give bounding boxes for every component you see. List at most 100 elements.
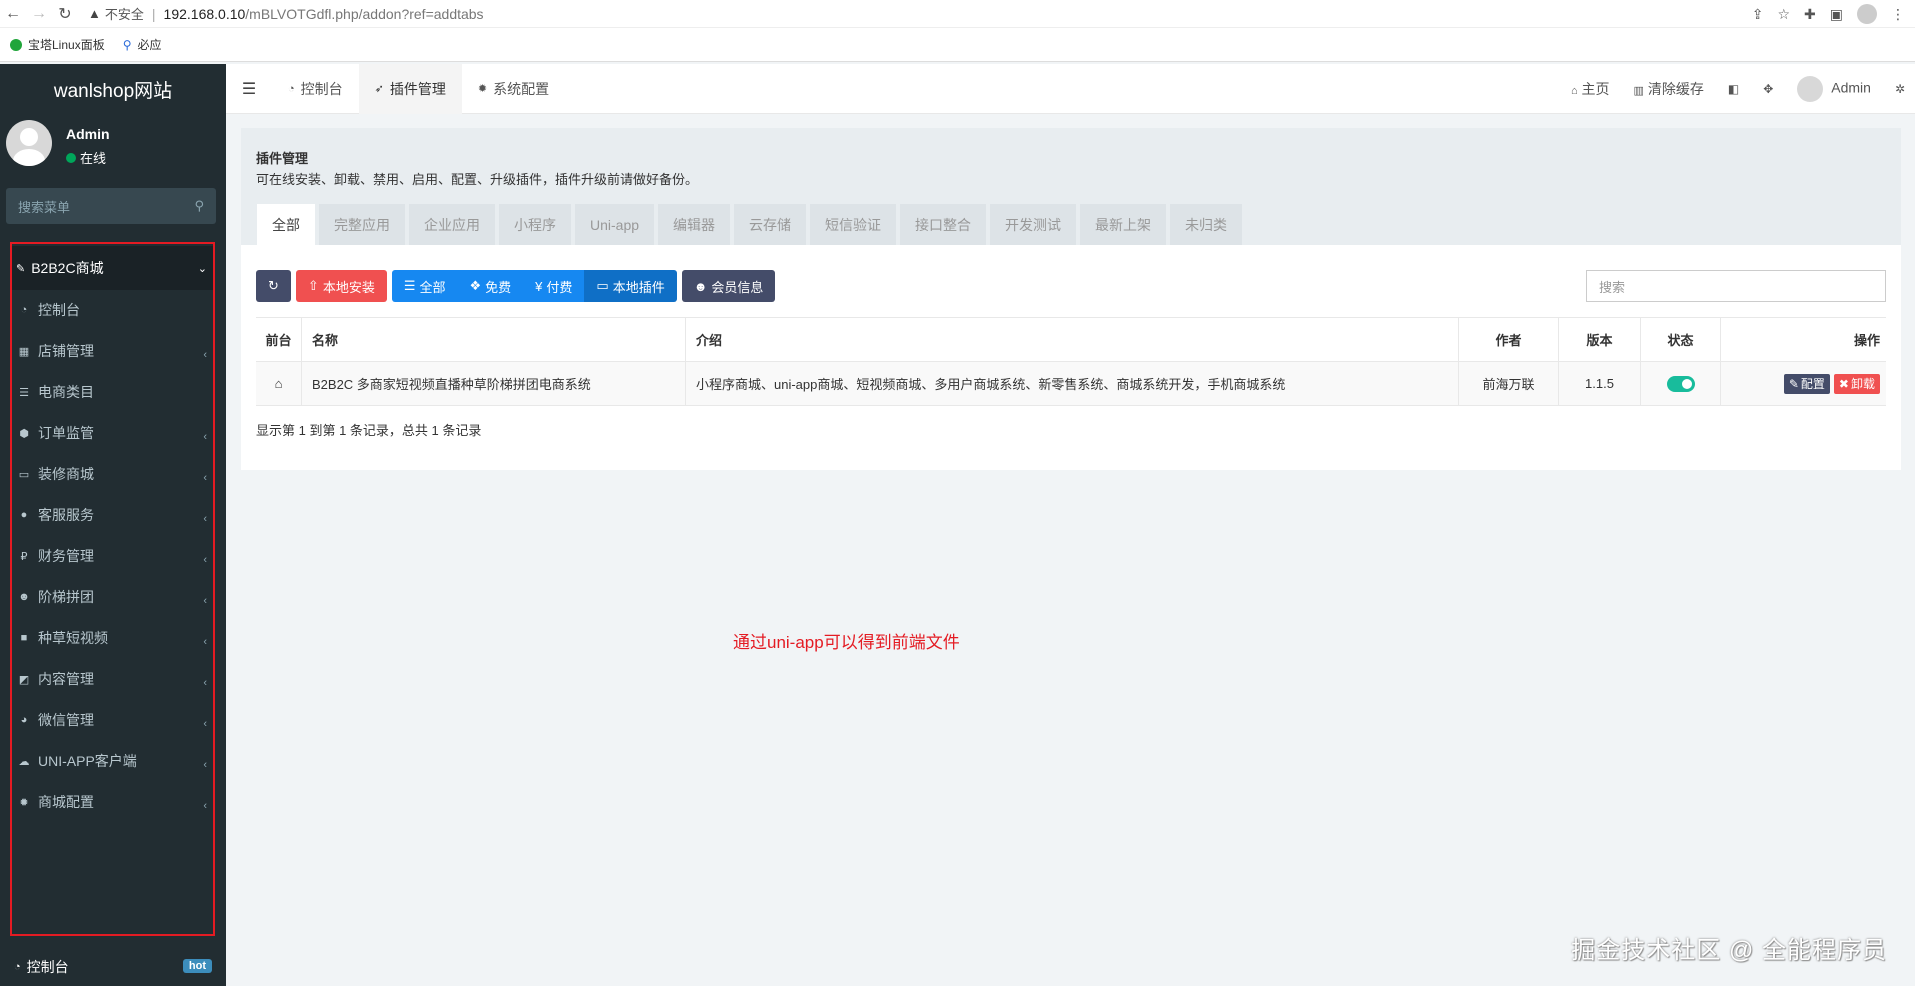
- bookmark-baota[interactable]: 宝塔Linux面板: [10, 36, 105, 53]
- share-icon[interactable]: ⇪: [1752, 6, 1764, 23]
- sidepanel-icon[interactable]: ▣: [1830, 6, 1843, 23]
- tab-dashboard[interactable]: ◔ 控制台: [272, 64, 359, 114]
- col-front[interactable]: 前台: [256, 330, 301, 349]
- back-button[interactable]: ←: [0, 1, 26, 27]
- col-author[interactable]: 作者: [1458, 318, 1558, 361]
- sidebar-item-label: 装修商城: [38, 466, 94, 482]
- sidebar-item-dashboard-main[interactable]: ◔ 控制台 hot: [0, 948, 226, 986]
- sidebar-item-settings[interactable]: ✹ 商城配置 ‹: [12, 782, 213, 822]
- tab-sms[interactable]: 短信验证: [810, 204, 897, 245]
- sidebar-item-orders[interactable]: ⬢ 订单监管 ‹: [12, 413, 213, 453]
- hot-badge: hot: [182, 959, 212, 973]
- ops-cell: ✎ 配置 ✖ 卸载: [1720, 362, 1886, 405]
- page-description: 可在线安装、卸载、禁用、启用、配置、升级插件，插件升级前请做好备份。: [256, 172, 699, 187]
- chevron-left-icon: ‹: [203, 554, 207, 566]
- category-tabs: 全部 完整应用 企业应用 小程序 Uni-app 编辑器 云存储 短信验证 接口…: [257, 204, 1243, 245]
- chevron-left-icon: ‹: [203, 718, 207, 730]
- sidebar-item-groupbuy[interactable]: ☻ 阶梯拼团 ‹: [12, 577, 213, 617]
- forward-button[interactable]: →: [26, 1, 52, 27]
- panel-header: 插件管理 可在线安装、卸载、禁用、启用、配置、升级插件，插件升级前请做好备份。 …: [241, 128, 1901, 245]
- sidebar-group-b2b2c[interactable]: ✎ B2B2C商城 ⌄: [12, 246, 213, 290]
- sidebar-item-categories[interactable]: ☰ 电商类目: [12, 372, 213, 412]
- avatar: [6, 120, 52, 166]
- page-title: 插件管理: [256, 151, 309, 166]
- bookmark-bing[interactable]: ⚲ 必应: [123, 36, 162, 53]
- sidebar-item-customer-service[interactable]: ● 客服服务 ‹: [12, 495, 213, 535]
- address-bar[interactable]: ▲ 不安全 | 192.168.0.10/mBLVOTGdfl.php/addo…: [88, 0, 484, 28]
- sidebar-item-dashboard[interactable]: ◔ 控制台: [12, 290, 213, 330]
- tab-system-config[interactable]: ✹ 系统配置: [462, 64, 565, 114]
- tab-enterprise-apps[interactable]: 企业应用: [409, 204, 495, 245]
- baota-icon: [10, 38, 22, 51]
- uninstall-button[interactable]: ✖ 卸载: [1833, 373, 1880, 394]
- col-intro[interactable]: 介绍: [685, 318, 1458, 361]
- filter-local-button[interactable]: ▭ 本地插件: [584, 270, 677, 302]
- home-icon: ⌂: [1571, 85, 1578, 97]
- reload-button[interactable]: ↻: [52, 1, 78, 27]
- chevron-down-icon: ⌄: [197, 262, 207, 275]
- sidebar-item-wechat[interactable]: ◕ 微信管理 ‹: [12, 700, 213, 740]
- sidebar-item-shops[interactable]: ▦ 店铺管理 ‹: [12, 331, 213, 371]
- fullscreen-icon[interactable]: ✥: [1763, 82, 1773, 96]
- user-status: 在线: [66, 148, 106, 167]
- sidebar-item-videos[interactable]: ■ 种草短视频 ‹: [12, 618, 213, 658]
- user-panel: Admin 在线: [0, 114, 226, 180]
- member-info-button[interactable]: ☻ 会员信息: [681, 270, 776, 302]
- sidebar-item-label: 店铺管理: [38, 343, 94, 359]
- comments-icon: ●: [20, 509, 28, 521]
- tab-mini-program[interactable]: 小程序: [499, 204, 571, 245]
- site-logo[interactable]: wanlshop网站: [0, 64, 226, 114]
- search-icon: ⚲: [122, 37, 132, 52]
- clear-cache-label: 清除缓存: [1647, 81, 1704, 97]
- home-link[interactable]: ⌂ 主页: [1571, 79, 1610, 99]
- user-name: Admin: [66, 126, 110, 142]
- tab-plugins[interactable]: ➶ 插件管理: [358, 63, 462, 114]
- front-home-icon[interactable]: ⌂: [256, 376, 301, 391]
- more-icon[interactable]: ⋮: [1891, 6, 1905, 23]
- extensions-icon[interactable]: ✚: [1804, 6, 1816, 23]
- tab-cloud-storage[interactable]: 云存储: [734, 204, 807, 245]
- forward-icon: →: [31, 4, 47, 22]
- reload-icon: ↻: [58, 5, 72, 23]
- menu-toggle-icon[interactable]: ☰: [226, 64, 272, 114]
- col-name[interactable]: 名称: [301, 318, 685, 361]
- bookmarks-bar: 宝塔Linux面板 ⚲ 必应: [0, 28, 1915, 62]
- settings-icon[interactable]: ✲: [1895, 82, 1905, 96]
- filter-paid-button[interactable]: ¥ 付费: [523, 270, 585, 302]
- sidebar-item-uniapp[interactable]: ☁ UNI-APP客户端 ‹: [12, 741, 213, 781]
- tab-uncategorized[interactable]: 未归类: [1170, 204, 1243, 245]
- tab-editor[interactable]: 编辑器: [658, 204, 731, 245]
- star-icon[interactable]: ☆: [1777, 6, 1790, 23]
- sidebar-item-decoration[interactable]: ▭ 装修商城 ‹: [12, 454, 213, 494]
- filter-free-button[interactable]: ❖ 免费: [457, 270, 524, 302]
- search-input[interactable]: 搜索: [1586, 270, 1886, 302]
- menu-search-input[interactable]: 搜索菜单 ⚲: [6, 188, 216, 224]
- sidebar-item-content[interactable]: ◩ 内容管理 ‹: [12, 659, 213, 699]
- refresh-button[interactable]: ↻: [256, 270, 291, 302]
- bookmark-label: 必应: [137, 38, 162, 52]
- col-status[interactable]: 状态: [1640, 318, 1720, 361]
- tab-api[interactable]: 接口整合: [900, 204, 987, 245]
- local-install-button[interactable]: ⇧ 本地安装: [295, 270, 387, 302]
- filter-all-button[interactable]: ☰ 全部: [391, 270, 458, 302]
- translate-icon[interactable]: ◧: [1728, 82, 1739, 96]
- col-version[interactable]: 版本: [1558, 318, 1640, 361]
- tab-complete-apps[interactable]: 完整应用: [319, 204, 405, 245]
- pencil-icon: ✎: [1788, 376, 1799, 391]
- plugin-name: B2B2C 多商家短视频直播种草阶梯拼团电商系统: [301, 362, 685, 405]
- profile-avatar[interactable]: [1857, 4, 1877, 24]
- tab-all[interactable]: 全部: [257, 204, 315, 245]
- admin-menu[interactable]: Admin: [1797, 76, 1871, 102]
- tab-label: 系统配置: [493, 80, 550, 97]
- config-button[interactable]: ✎ 配置: [1783, 373, 1830, 394]
- tab-uniapp[interactable]: Uni-app: [575, 204, 655, 245]
- tab-latest[interactable]: 最新上架: [1080, 204, 1167, 245]
- tab-dev-test[interactable]: 开发测试: [990, 204, 1077, 245]
- video-camera-icon: ■: [20, 632, 28, 644]
- chevron-left-icon: ‹: [203, 349, 207, 361]
- button-label: 配置: [1800, 377, 1825, 391]
- clear-cache-button[interactable]: ▥ 清除缓存: [1634, 79, 1704, 99]
- status-toggle[interactable]: [1666, 375, 1695, 392]
- sidebar-item-finance[interactable]: ₽ 财务管理 ‹: [12, 536, 213, 576]
- sidebar-item-label: 订单监管: [38, 425, 94, 441]
